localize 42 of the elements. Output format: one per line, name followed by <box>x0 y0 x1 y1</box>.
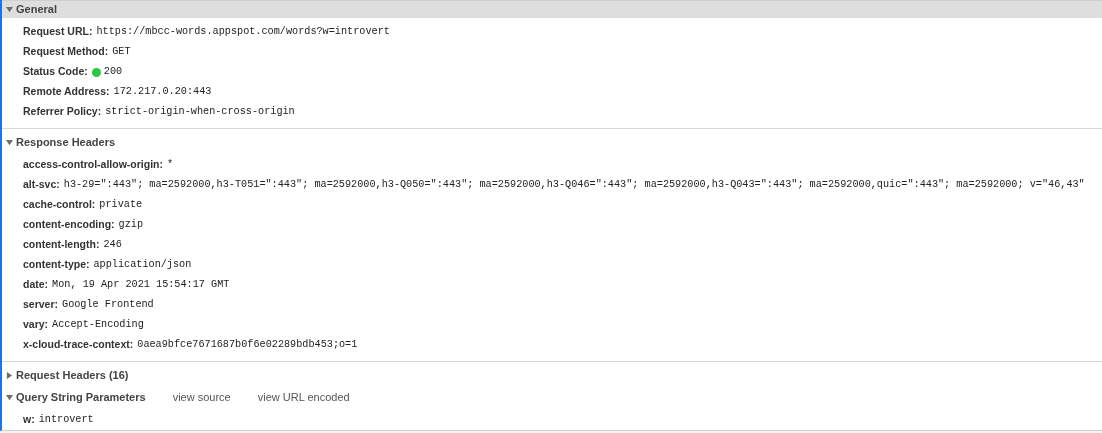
link[interactable]: view URL encoded <box>257 388 350 406</box>
header-name: Request Method: <box>23 44 109 60</box>
header-name: date: <box>23 277 49 293</box>
header-value: 200 <box>103 65 123 80</box>
header-value: Google Frontend <box>62 298 154 313</box>
header-name: alt-svc: <box>23 177 60 193</box>
header-value: 0aea9bfce7671687b0f6e02289bdb453;o=1 <box>137 338 358 353</box>
collapsed-triangle-icon <box>6 371 13 379</box>
header-name: vary: <box>23 317 49 333</box>
header-value: Accept-Encoding <box>52 318 144 333</box>
header-value: 172.217.0.20:443 <box>113 85 212 100</box>
header-name: access-control-allow-origin: <box>23 157 164 173</box>
header-value: gzip <box>118 218 144 233</box>
expanded-triangle-icon <box>6 138 13 146</box>
header-value: https://mbcc-words.appspot.com/words?w=introvert <box>96 25 390 40</box>
section-header[interactable]: General <box>2 1 57 18</box>
header-name: x-cloud-trace-context: <box>23 337 134 353</box>
expanded-triangle-icon <box>6 393 13 401</box>
header-name: content-length: <box>23 237 100 253</box>
header-value: * <box>167 158 174 173</box>
header-name: Status Code: <box>23 64 88 80</box>
expanded-triangle-icon <box>6 6 13 13</box>
section-header[interactable]: Response Headers <box>2 133 116 151</box>
header-value: 246 <box>103 238 122 253</box>
header-name: Request URL: <box>23 24 93 40</box>
header-value: strict-origin-when-cross-origin <box>105 105 295 120</box>
link[interactable]: view source <box>172 388 231 406</box>
section-header[interactable]: Query String Parameters <box>2 388 146 406</box>
section-header[interactable]: Request Headers (16) <box>2 366 129 384</box>
header-value: introvert <box>38 413 94 428</box>
header-value: private <box>99 198 143 213</box>
header-value: Mon, 19 Apr 2021 15:54:17 GMT <box>52 278 230 293</box>
header-name: Remote Address: <box>23 84 110 100</box>
header-name: content-encoding: <box>23 217 115 233</box>
header-name: cache-control: <box>23 197 96 213</box>
header-name: w: <box>23 412 35 428</box>
header-value: application/json <box>93 258 192 273</box>
header-name: Referrer Policy: <box>23 104 102 120</box>
header-value: GET <box>112 45 131 60</box>
header-name: content-type: <box>23 257 90 273</box>
header-value: h3-29=":443"; ma=2592000,h3-T051=":443"; ma=2592000,h3-Q050=":443"; ma=2592000,h3-Q046=":443"; ma=2592000,h3-Q043=":443"; ma=2592000,quic=":443"; ma=2592000; v="46,43" <box>63 178 1085 193</box>
header-name: server: <box>23 297 59 313</box>
